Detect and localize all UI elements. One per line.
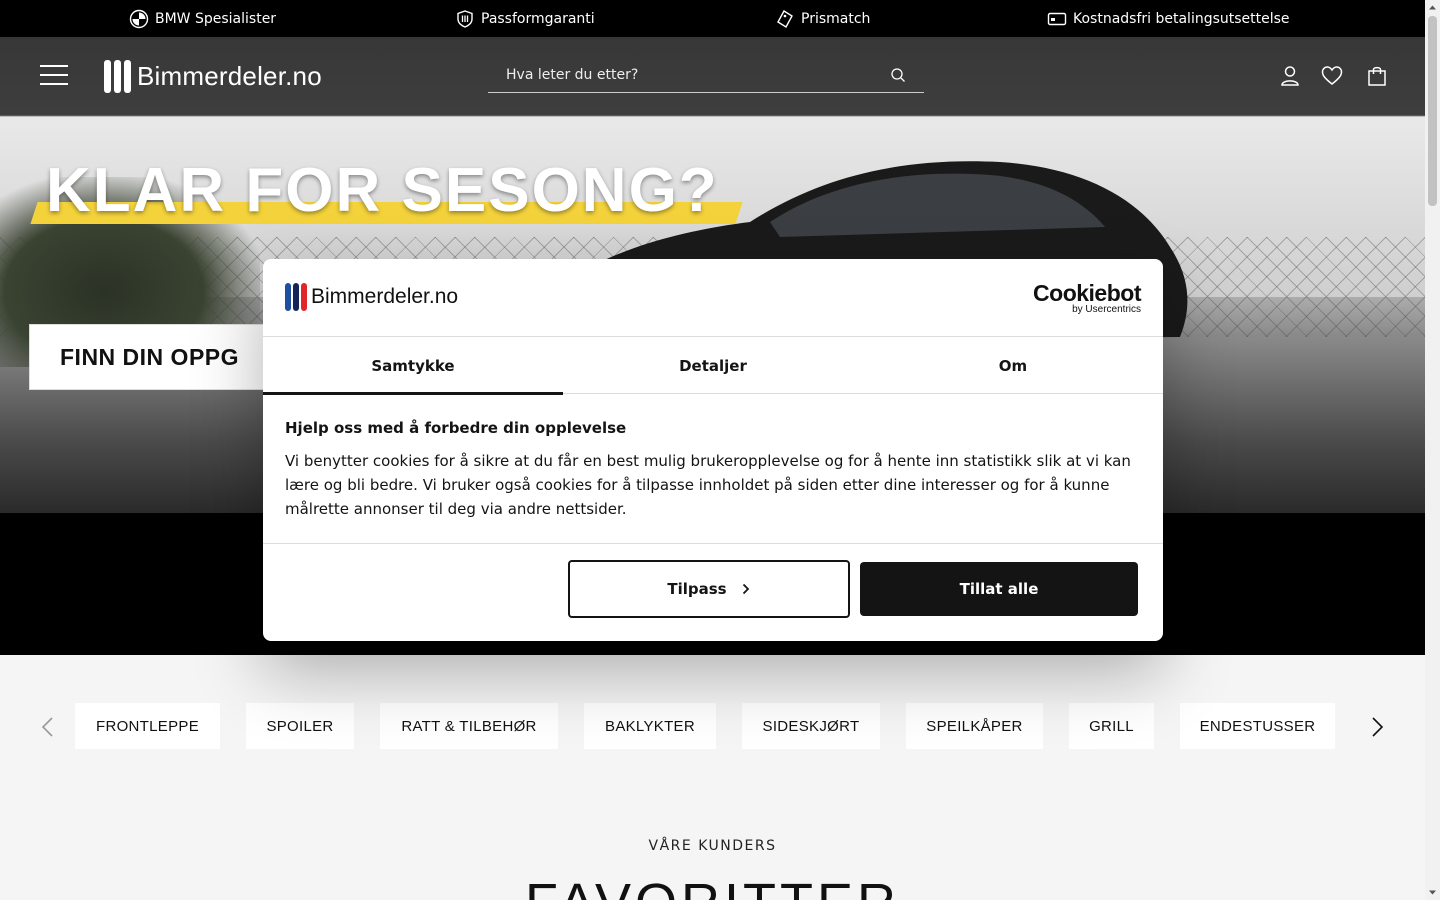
cookie-consent-dialog: Bimmerdeler.no Cookiebot by Usercentrics…	[263, 259, 1163, 641]
logo-bars-icon	[104, 59, 131, 93]
usp-bmw-specialists[interactable]: BMW Spesialister	[129, 0, 276, 37]
scroll-up-icon[interactable]	[1428, 3, 1437, 12]
tab-about[interactable]: Om	[863, 337, 1163, 394]
usp-bar: BMW Spesialister Passformgaranti Prismat…	[0, 0, 1425, 37]
usp-free-deferral[interactable]: Kostnadsfri betalingsutsettelse	[1047, 0, 1290, 37]
logo-text: Bimmerdeler.no	[137, 60, 322, 91]
cookiebot-brand: Cookiebot	[1033, 280, 1141, 306]
category-grill[interactable]: GRILL	[1069, 703, 1154, 749]
section-heading: FAVORITTER	[0, 872, 1425, 900]
chevron-right-icon[interactable]	[1367, 715, 1387, 739]
search-input[interactable]	[488, 59, 868, 91]
customize-label: Tilpass	[667, 580, 727, 598]
cookiebot-brand-sub: by Usercentrics	[1072, 304, 1141, 315]
allow-all-button[interactable]: Tillat alle	[860, 562, 1138, 616]
scrollbar-thumb[interactable]	[1428, 16, 1437, 206]
category-sideskjort[interactable]: SIDESKJØRT	[742, 703, 880, 749]
usp-label: Prismatch	[801, 10, 871, 27]
chevron-left-icon[interactable]	[38, 715, 58, 739]
section-overline: VÅRE KUNDERS	[648, 838, 777, 854]
category-endestusser[interactable]: ENDESTUSSER	[1180, 703, 1335, 749]
cookie-dialog-footer: Tilpass Tillat alle	[263, 543, 1163, 641]
chevron-right-icon	[742, 583, 749, 595]
logo-bars-icon	[285, 283, 307, 311]
category-spoiler[interactable]: SPOILER	[246, 703, 354, 749]
usp-label: Kostnadsfri betalingsutsettelse	[1073, 10, 1290, 27]
shield-icon	[457, 9, 473, 28]
site-logo[interactable]: Bimmerdeler.no	[104, 59, 322, 93]
cookiebot-logo[interactable]: Cookiebot by Usercentrics	[1033, 281, 1141, 315]
usp-label: BMW Spesialister	[155, 10, 277, 27]
usp-fit-guarantee[interactable]: Passformgaranti	[455, 0, 595, 37]
cookie-dialog-body: Hjelp oss med å forbedre din opplevelse …	[285, 419, 1145, 521]
tab-consent[interactable]: Samtykke	[263, 337, 563, 395]
price-tag-icon	[777, 9, 793, 28]
cookie-dialog-title: Hjelp oss med å forbedre din opplevelse	[285, 419, 627, 437]
bmw-logo-icon	[129, 9, 149, 28]
user-icon[interactable]	[1278, 64, 1302, 88]
scroll-down-icon[interactable]	[1428, 888, 1437, 897]
usp-price-match[interactable]: Prismatch	[775, 0, 870, 37]
cookie-dialog-text: Vi benytter cookies for å sikre at du få…	[285, 452, 1131, 518]
category-frontleppe[interactable]: FRONTLEPPE	[75, 703, 220, 749]
cookie-dialog-tabs: Samtykke Detaljer Om	[263, 337, 1163, 395]
menu-icon[interactable]	[40, 65, 68, 87]
site-header: Bimmerdeler.no	[0, 37, 1425, 116]
customize-button[interactable]: Tilpass	[568, 560, 850, 618]
category-carousel: FRONTLEPPE SPOILER RATT & TILBEHØR BAKLY…	[0, 655, 1425, 805]
shopping-bag-icon[interactable]	[1365, 64, 1389, 88]
dialog-logo-text: Bimmerdeler.no	[311, 285, 459, 308]
search-bar	[488, 59, 924, 93]
heart-icon[interactable]	[1320, 64, 1344, 88]
page-scrollbar[interactable]	[1425, 0, 1440, 900]
dialog-site-logo: Bimmerdeler.no	[285, 283, 458, 311]
search-icon[interactable]	[890, 67, 906, 83]
category-baklykter[interactable]: BAKLYKTER	[584, 703, 716, 749]
credit-card-icon	[1047, 12, 1067, 25]
hero-headline: KLAR FOR SESONG?	[46, 156, 719, 225]
category-speilkaper[interactable]: SPEILKÅPER	[906, 703, 1043, 749]
category-ratt-tilbehor[interactable]: RATT & TILBEHØR	[380, 703, 558, 749]
cookie-dialog-header: Bimmerdeler.no Cookiebot by Usercentrics	[263, 259, 1163, 337]
tab-details[interactable]: Detaljer	[563, 337, 863, 394]
usp-label: Passformgaranti	[481, 10, 595, 27]
